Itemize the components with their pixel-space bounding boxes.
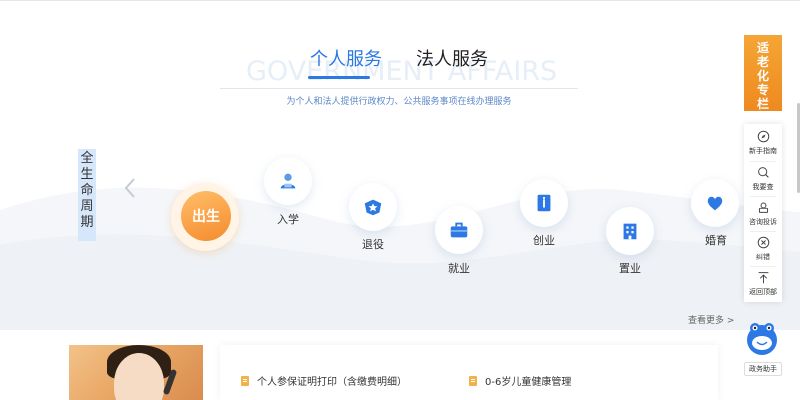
stage-retirement-button[interactable]	[349, 183, 397, 231]
elder-banner-char: 适	[756, 41, 769, 55]
service-list-panel: 个人参保证明打印（含缴费明细） 0-6岁儿童健康管理	[220, 345, 718, 400]
stage-marriage-button[interactable]	[691, 179, 739, 227]
sidebar-item-label: 我要查	[752, 183, 774, 191]
sidebar-item-error-report[interactable]: 纠错	[744, 232, 782, 266]
lifecycle-char: 命	[80, 183, 94, 198]
document-icon	[469, 375, 477, 386]
service-item-label: 个人参保证明打印（含缴费明细）	[257, 377, 407, 388]
stage-birth-label: 出生	[192, 209, 220, 225]
elder-banner-char: 栏	[756, 97, 769, 111]
startup-icon	[537, 194, 551, 212]
elder-banner-char: 专	[756, 83, 769, 97]
lifecycle-label: 全 生 命 周 期	[78, 149, 96, 241]
top-border	[0, 0, 800, 1]
customer-service-photo	[69, 345, 203, 400]
see-more-link[interactable]: 查看更多 >	[688, 313, 734, 326]
back-to-top-icon	[758, 272, 768, 284]
sidebar-item-label: 纠错	[756, 253, 770, 261]
elder-banner-char: 化	[756, 69, 769, 83]
stage-enrollment-button[interactable]	[264, 157, 312, 205]
tab-legal-services[interactable]: 法人服务	[416, 49, 488, 71]
building-icon	[623, 223, 637, 240]
service-item[interactable]: 个人参保证明打印（含缴费明细）	[241, 373, 407, 388]
lifecycle-char: 周	[80, 199, 94, 214]
service-item-label: 0-6岁儿童健康管理	[485, 377, 572, 388]
active-tab-underline	[308, 76, 370, 79]
service-item[interactable]: 0-6岁儿童健康管理	[469, 373, 571, 388]
sidebar-item-consult[interactable]: 咨询投诉	[744, 197, 782, 231]
tab-personal-services[interactable]: 个人服务	[310, 49, 382, 71]
sidebar-item-back-to-top[interactable]: 返回顶部	[744, 267, 782, 301]
document-icon	[241, 375, 249, 386]
lifecycle-char: 全	[80, 151, 94, 166]
stage-retirement-label: 退役	[362, 238, 384, 251]
assistant-mascot-icon[interactable]	[742, 316, 782, 358]
assistant-button[interactable]: 政务助手	[744, 362, 782, 376]
elder-banner-char: 老	[756, 55, 769, 69]
badge-icon	[364, 199, 382, 216]
sidebar-item-label: 返回顶部	[749, 288, 777, 296]
stage-property-button[interactable]	[606, 207, 654, 255]
error-icon	[757, 236, 769, 249]
stage-property-label: 置业	[619, 262, 641, 275]
stage-birth-button[interactable]: 出生	[181, 191, 231, 241]
prev-arrow-icon[interactable]	[122, 176, 138, 200]
briefcase-icon	[450, 222, 468, 238]
heart-icon	[707, 196, 723, 211]
header-divider	[220, 88, 578, 89]
consult-icon	[758, 202, 768, 213]
stage-startup-button[interactable]	[520, 179, 568, 227]
sidebar-item-query[interactable]: 我要查	[744, 162, 782, 196]
stage-startup-label: 创业	[533, 234, 555, 247]
student-icon	[280, 173, 296, 189]
right-sidebar: 新手指南 我要查 咨询投诉 纠错 返回顶部	[744, 124, 782, 302]
compass-icon	[757, 130, 769, 143]
watermark-text: GOVERNMENT AFFAIRS	[246, 56, 558, 87]
lifecycle-char: 期	[80, 215, 94, 230]
stage-enrollment-label: 入学	[277, 213, 299, 226]
search-icon	[757, 167, 769, 178]
elder-friendly-banner[interactable]: 适 老 化 专 栏	[744, 35, 782, 111]
sidebar-item-label: 新手指南	[749, 147, 777, 155]
sidebar-item-label: 咨询投诉	[749, 218, 777, 226]
stage-marriage-label: 婚育	[705, 234, 727, 247]
sidebar-item-guide[interactable]: 新手指南	[744, 126, 782, 160]
stage-employment-label: 就业	[448, 262, 470, 275]
lifecycle-char: 生	[80, 167, 94, 182]
services-subtitle: 为个人和法人提供行政权力、公共服务事项在线办理服务	[286, 97, 512, 107]
stage-employment-button[interactable]	[435, 206, 483, 254]
